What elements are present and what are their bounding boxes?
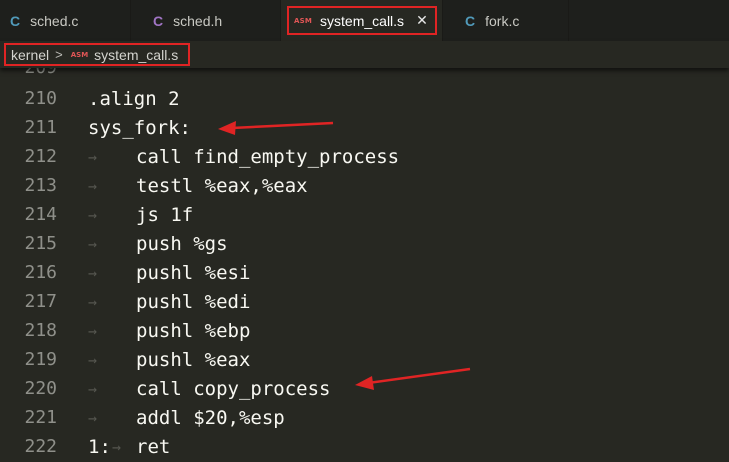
breadcrumb-folder[interactable]: kernel xyxy=(11,47,49,63)
line-number: 213 xyxy=(24,175,57,196)
c-file-icon: C xyxy=(10,12,21,29)
code-line: 215 → push %gs xyxy=(0,229,729,258)
indent-arrow-icon: → xyxy=(88,379,98,398)
code-line: 214 → js 1f xyxy=(0,200,729,229)
tab-sched-c[interactable]: C sched.c xyxy=(0,0,131,41)
code-line: 209 xyxy=(0,68,729,82)
breadcrumb-file[interactable]: system_call.s xyxy=(94,47,178,63)
code-line: 222 1: → ret xyxy=(0,432,729,461)
line-number: 219 xyxy=(24,349,57,370)
code-line: 210 .align 2 xyxy=(0,84,729,113)
code-line: 211 sys_fork: xyxy=(0,113,729,142)
code-line: 219 → pushl %eax xyxy=(0,345,729,374)
tab-label: fork.c xyxy=(485,12,520,29)
tab-label: system_call.s xyxy=(320,12,405,29)
code-text: push %gs xyxy=(136,232,228,255)
code-line: 213 → testl %eax,%eax xyxy=(0,171,729,200)
line-number: 221 xyxy=(24,407,57,428)
breadcrumb: kernel > ASM system_call.s xyxy=(0,41,729,68)
asm-file-icon: ASM xyxy=(70,50,89,59)
code-text: testl %eax,%eax xyxy=(136,174,308,197)
code-line: 212 → call find_empty_process xyxy=(0,142,729,171)
code-text: call find_empty_process xyxy=(136,145,400,168)
indent-arrow-icon: → xyxy=(88,176,98,195)
code-text: pushl %ebp xyxy=(136,319,251,342)
tab-bar: C sched.c C sched.h ASM system_call.s ✕ … xyxy=(0,0,729,42)
line-number: 220 xyxy=(24,378,57,399)
line-number: 217 xyxy=(24,291,57,312)
indent-arrow-icon: → xyxy=(88,350,98,369)
indent-arrow-icon: → xyxy=(88,147,98,166)
code-line: 218 → pushl %ebp xyxy=(0,316,729,345)
line-number: 211 xyxy=(24,117,57,138)
line-number: 216 xyxy=(24,262,57,283)
close-icon[interactable]: ✕ xyxy=(416,12,428,29)
indent-arrow-icon: → xyxy=(88,205,98,224)
tab-sched-h[interactable]: C sched.h xyxy=(131,0,281,41)
code-line: 217 → pushl %edi xyxy=(0,287,729,316)
line-number: 214 xyxy=(24,204,57,225)
line-number: 218 xyxy=(24,320,57,341)
line-number: 212 xyxy=(24,146,57,167)
code-line: 216 → pushl %esi xyxy=(0,258,729,287)
code-text: .align 2 xyxy=(88,87,180,110)
code-text: pushl %eax xyxy=(136,348,251,371)
label-text: 1: xyxy=(88,435,111,458)
tab-label: sched.h xyxy=(173,12,223,29)
code-editor[interactable]: 209 210 .align 2 211 sys_fork: 212 → cal… xyxy=(0,68,729,462)
c-header-file-icon: C xyxy=(153,12,164,29)
indent-arrow-icon: → xyxy=(88,234,98,253)
code-text: sys_fork: xyxy=(88,116,191,139)
indent-arrow-icon: → xyxy=(88,408,98,427)
indent-arrow-icon: → xyxy=(88,263,98,282)
indent-arrow-icon: → xyxy=(112,437,122,456)
indent-arrow-icon: → xyxy=(88,321,98,340)
indent-arrow-icon: → xyxy=(88,292,98,311)
code-line: 220 → call copy_process xyxy=(0,374,729,403)
c-file-icon: C xyxy=(465,12,476,29)
tab-bar-empty-space xyxy=(569,0,729,41)
tab-system-call-s[interactable]: ASM system_call.s ✕ xyxy=(281,0,443,41)
code-text: addl $20,%esp xyxy=(136,406,285,429)
code-text: js 1f xyxy=(136,203,194,226)
tab-fork-c[interactable]: C fork.c xyxy=(443,0,569,41)
line-number: 210 xyxy=(24,88,57,109)
code-text: pushl %edi xyxy=(136,290,251,313)
line-number: 215 xyxy=(24,233,57,254)
chevron-right-icon: > xyxy=(55,47,63,62)
breadcrumb-highlight-box: kernel > ASM system_call.s xyxy=(4,43,191,66)
tab-label: sched.c xyxy=(30,12,79,29)
code-text: pushl %esi xyxy=(136,261,251,284)
code-text: call copy_process xyxy=(136,377,331,400)
asm-file-icon: ASM xyxy=(294,16,313,25)
line-number: 209 xyxy=(0,68,57,78)
code-line: 221 → addl $20,%esp xyxy=(0,403,729,432)
line-number: 222 xyxy=(24,436,57,457)
code-text: ret xyxy=(136,435,171,458)
